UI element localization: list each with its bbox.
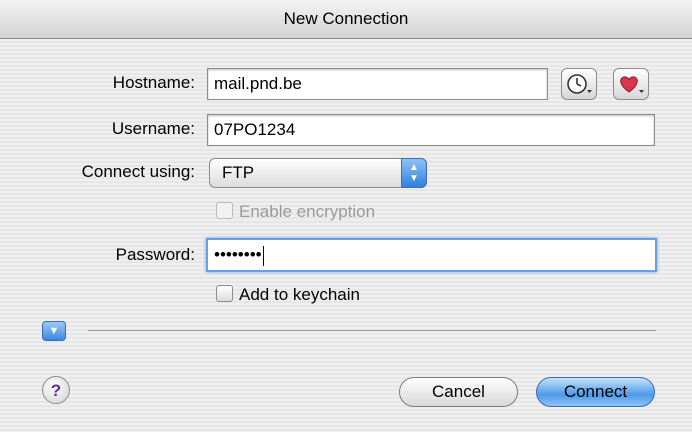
username-value: 07PO1234 bbox=[214, 120, 296, 139]
history-button[interactable] bbox=[561, 68, 597, 100]
username-input[interactable]: 07PO1234 bbox=[207, 114, 655, 146]
enable-encryption-checkbox[interactable]: Enable encryption bbox=[216, 202, 375, 222]
window-title: New Connection bbox=[283, 9, 409, 28]
hostname-input[interactable]: mail.pnd.be bbox=[207, 68, 548, 100]
window-titlebar: New Connection bbox=[0, 0, 692, 39]
hostname-label: Hostname: bbox=[112, 73, 195, 92]
password-value: •••••••• bbox=[214, 245, 262, 264]
separator-line bbox=[88, 330, 656, 331]
enable-encryption-label: Enable encryption bbox=[239, 202, 376, 221]
chevron-down-icon: ▼ bbox=[48, 325, 60, 337]
disclosure-button[interactable]: ▼ bbox=[42, 321, 66, 341]
connect-using-select[interactable]: FTP ▲ ▼ bbox=[209, 158, 427, 188]
username-label: Username: bbox=[111, 119, 195, 138]
bookmarks-button[interactable] bbox=[613, 68, 649, 100]
add-to-keychain-checkbox[interactable]: Add to keychain bbox=[216, 285, 360, 305]
connect-button-label: Connect bbox=[563, 382, 628, 401]
cancel-button-label: Cancel bbox=[432, 382, 485, 401]
password-input[interactable]: •••••••• bbox=[206, 238, 657, 272]
hostname-value: mail.pnd.be bbox=[214, 74, 302, 93]
password-label: Password: bbox=[115, 245, 195, 264]
help-button[interactable]: ? bbox=[42, 376, 70, 404]
cancel-button[interactable]: Cancel bbox=[399, 377, 518, 407]
question-icon: ? bbox=[50, 381, 62, 400]
clock-icon bbox=[567, 74, 592, 94]
heart-icon bbox=[620, 76, 644, 93]
connect-using-value: FTP bbox=[222, 163, 255, 182]
connect-using-label: Connect using: bbox=[81, 162, 195, 181]
connect-button[interactable]: Connect bbox=[536, 377, 655, 407]
add-to-keychain-label: Add to keychain bbox=[239, 285, 360, 304]
updown-arrows-icon: ▲ ▼ bbox=[401, 158, 427, 188]
text-caret bbox=[262, 245, 264, 266]
checkbox-box bbox=[216, 285, 233, 302]
new-connection-dialog: Hostname: mail.pnd.be Username: 07PO1234… bbox=[0, 39, 692, 432]
checkbox-box bbox=[216, 202, 233, 219]
